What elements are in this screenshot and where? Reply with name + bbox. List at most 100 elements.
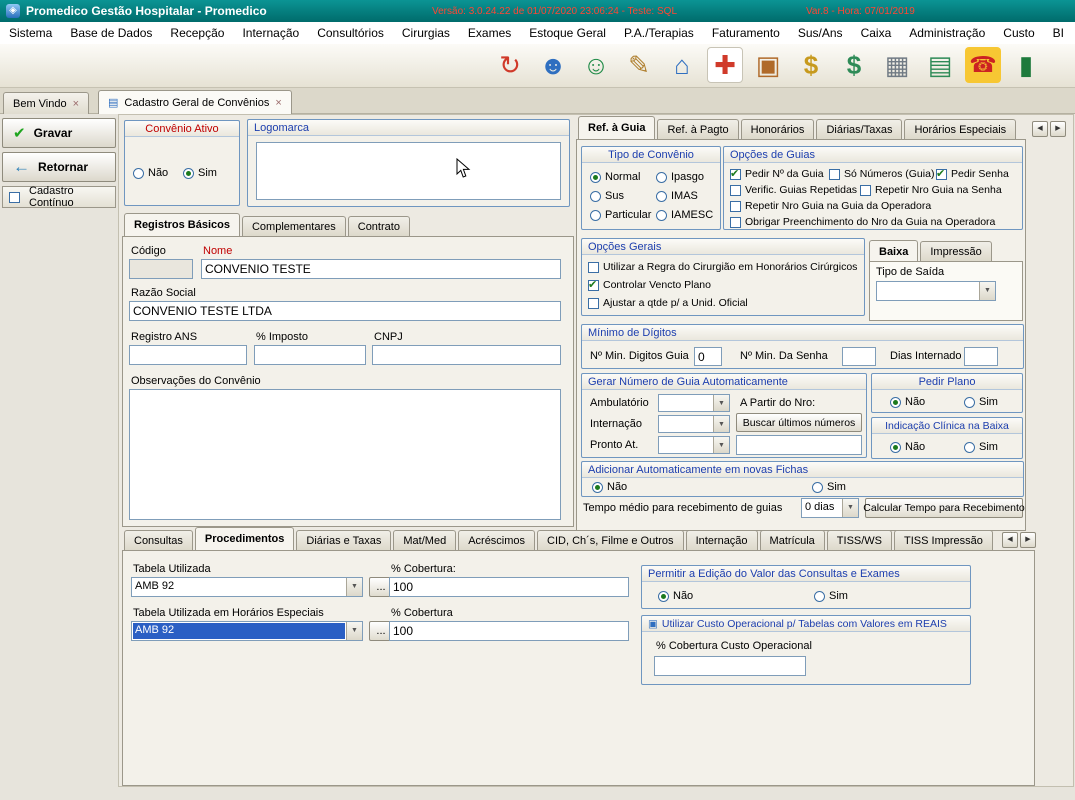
sync-icon[interactable]: ↻ xyxy=(492,47,528,83)
checkbox-controlar-vencto[interactable]: Controlar Vencto Plano xyxy=(588,279,711,291)
ambulance-icon[interactable]: ✚ xyxy=(707,47,743,83)
tab-registros-basicos[interactable]: Registros Básicos xyxy=(124,213,240,236)
tab-close-icon[interactable]: × xyxy=(73,98,79,110)
schedule-icon[interactable]: ▤ xyxy=(922,47,958,83)
checkbox-icon[interactable] xyxy=(730,201,741,212)
tab-internacao-tabela[interactable]: Internação xyxy=(686,530,758,550)
menu-consultorios[interactable]: Consultórios xyxy=(308,22,393,44)
radio-permitir-nao[interactable]: Não xyxy=(658,590,693,602)
radio-imas[interactable]: IMAS xyxy=(656,190,698,202)
menu-sus-ans[interactable]: Sus/Ans xyxy=(789,22,852,44)
radio-sim[interactable]: Sim xyxy=(183,167,217,179)
checkbox-regra-cirurgiao[interactable]: Utilizar a Regra do Cirurgião em Honorár… xyxy=(588,261,857,273)
logomarca-image-area[interactable] xyxy=(256,142,561,200)
imposto-field[interactable] xyxy=(254,345,366,365)
tab-baixa[interactable]: Baixa xyxy=(869,240,918,261)
radio-pedir-plano-sim[interactable]: Sim xyxy=(964,396,998,408)
combo-arrow-icon[interactable] xyxy=(713,437,729,453)
menu-pa-terapias[interactable]: P.A./Terapias xyxy=(615,22,703,44)
menu-faturamento[interactable]: Faturamento xyxy=(703,22,789,44)
buscar-ultimos-numeros-button[interactable]: Buscar últimos números xyxy=(736,413,862,432)
menu-custo[interactable]: Custo xyxy=(994,22,1043,44)
radio-sus[interactable]: Sus xyxy=(590,190,624,202)
checkbox-icon[interactable] xyxy=(730,217,741,228)
radio-icon[interactable] xyxy=(890,397,901,408)
doctor-icon[interactable]: ☺ xyxy=(578,47,614,83)
radio-pedir-plano-nao[interactable]: Não xyxy=(890,396,925,408)
nome-field[interactable] xyxy=(201,259,561,279)
tab-horarios-especiais[interactable]: Horários Especiais xyxy=(904,119,1016,139)
checkbox-icon[interactable] xyxy=(730,185,741,196)
observacoes-field[interactable] xyxy=(129,389,561,520)
checkbox-repetir-nro-guia-senha[interactable]: Repetir Nro Guia na Senha xyxy=(860,184,1002,196)
cadastro-continuo-panel[interactable]: Cadastro Contínuo xyxy=(2,186,116,208)
menu-administracao[interactable]: Administração xyxy=(900,22,994,44)
radio-icon[interactable] xyxy=(183,168,194,179)
bed-icon[interactable]: ⌂ xyxy=(664,47,700,83)
radio-permitir-sim[interactable]: Sim xyxy=(814,590,848,602)
tab-matricula[interactable]: Matrícula xyxy=(760,530,825,550)
tipo-saida-dropdown[interactable] xyxy=(876,281,996,301)
internacao-dropdown[interactable] xyxy=(658,415,730,433)
tab-diarias-taxas[interactable]: Diárias/Taxas xyxy=(816,119,902,139)
combo-arrow-icon[interactable] xyxy=(979,282,995,300)
registro-ans-field[interactable] xyxy=(129,345,247,365)
tab-mat-med[interactable]: Mat/Med xyxy=(393,530,456,550)
combo-arrow-icon[interactable] xyxy=(713,395,729,411)
cobertura-especiais-field[interactable] xyxy=(389,621,629,641)
menu-exames[interactable]: Exames xyxy=(459,22,520,44)
checkbox-verific-guias-repetidas[interactable]: Verific. Guias Repetidas xyxy=(730,184,857,196)
combo-arrow-icon[interactable] xyxy=(346,622,362,640)
menu-bi[interactable]: BI xyxy=(1044,22,1073,44)
scroll-left-icon[interactable] xyxy=(1032,121,1048,137)
menu-cirurgias[interactable]: Cirurgias xyxy=(393,22,459,44)
radio-icon[interactable] xyxy=(590,172,601,183)
tabela-utilizada-dropdown[interactable]: AMB 92 xyxy=(131,577,363,597)
a-partir-nro-field[interactable] xyxy=(736,435,862,455)
radio-normal[interactable]: Normal xyxy=(590,171,640,183)
scroll-right-icon[interactable] xyxy=(1020,532,1036,548)
checkbox-pedir-senha[interactable]: Pedir Senha xyxy=(936,168,1009,180)
checkbox-obrigar-preenchimento[interactable]: Obrigar Preenchimento do Nro da Guia na … xyxy=(730,216,995,228)
ambulatorio-dropdown[interactable] xyxy=(658,394,730,412)
min-digitos-guia-field[interactable] xyxy=(694,347,722,366)
radio-ipasgo[interactable]: Ipasgo xyxy=(656,171,704,183)
tab-bem-vindo[interactable]: Bem Vindo × xyxy=(3,92,89,114)
min-senha-field[interactable] xyxy=(842,347,876,366)
radio-icon[interactable] xyxy=(656,191,667,202)
razao-social-field[interactable] xyxy=(129,301,561,321)
tab-consultas[interactable]: Consultas xyxy=(124,530,193,550)
radio-icon[interactable] xyxy=(658,591,669,602)
scroll-right-icon[interactable] xyxy=(1050,121,1066,137)
stock-icon[interactable]: ▣ xyxy=(750,47,786,83)
menu-recepcao[interactable]: Recepção xyxy=(161,22,233,44)
finance-icon[interactable]: $ xyxy=(836,47,872,83)
radio-icon[interactable] xyxy=(133,168,144,179)
cobertura-field[interactable] xyxy=(389,577,629,597)
tab-honorarios[interactable]: Honorários xyxy=(741,119,815,139)
tab-contrato[interactable]: Contrato xyxy=(348,216,410,236)
radio-icon[interactable] xyxy=(656,172,667,183)
tab-procedimentos[interactable]: Procedimentos xyxy=(195,527,294,550)
dias-internado-field[interactable] xyxy=(964,347,998,366)
radio-icon[interactable] xyxy=(814,591,825,602)
cobertura-custo-field[interactable] xyxy=(654,656,806,676)
scroll-left-icon[interactable] xyxy=(1002,532,1018,548)
radio-icon[interactable] xyxy=(964,442,975,453)
checkbox-icon[interactable] xyxy=(588,298,599,309)
combo-arrow-icon[interactable] xyxy=(713,416,729,432)
pronto-at-dropdown[interactable] xyxy=(658,436,730,454)
tab-cadastro-geral-convenios[interactable]: ▤ Cadastro Geral de Convênios × xyxy=(98,90,292,114)
radio-icon[interactable] xyxy=(890,442,901,453)
radio-indicacao-sim[interactable]: Sim xyxy=(964,441,998,453)
tab-close-icon[interactable]: × xyxy=(275,97,281,109)
checkbox-pedir-numero-guia[interactable]: Pedir Nº da Guia xyxy=(730,168,824,180)
combo-arrow-icon[interactable] xyxy=(842,499,858,517)
checkbox-icon[interactable] xyxy=(936,169,947,180)
tab-tiss-impressao[interactable]: TISS Impressão xyxy=(894,530,993,550)
calcular-tempo-button[interactable]: Calcular Tempo para Recebimento xyxy=(865,498,1023,518)
tab-cid-chs-filme-outros[interactable]: CID, Ch´s, Filme e Outros xyxy=(537,530,684,550)
radio-particular[interactable]: Particular xyxy=(590,209,651,221)
radio-iamesc[interactable]: IAMESC xyxy=(656,209,713,221)
radio-icon[interactable] xyxy=(812,482,823,493)
